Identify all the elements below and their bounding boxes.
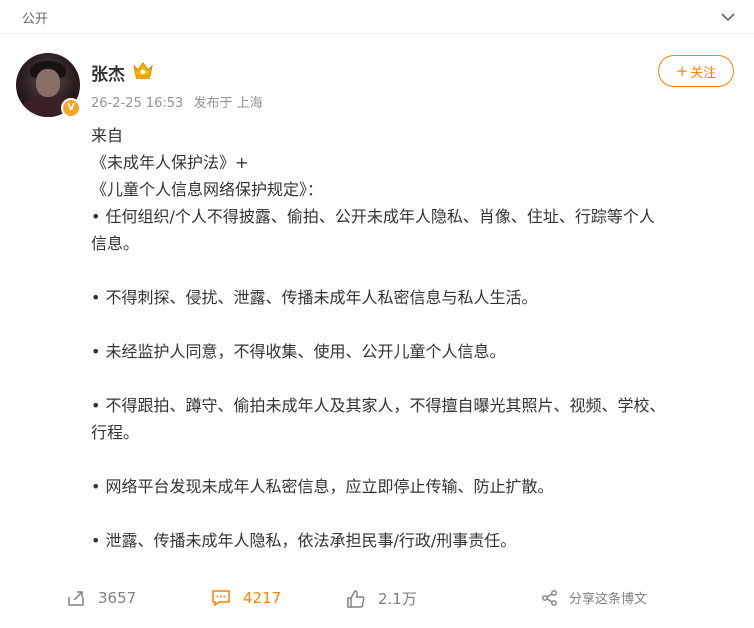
content-line: • 不得刺探、侵扰、泄露、传播未成年人私密信息与私人生活。 (91, 288, 538, 307)
chevron-down-icon[interactable] (720, 9, 736, 25)
plus-icon: + (675, 62, 689, 80)
share-button[interactable]: 分享这条博文 (541, 588, 647, 607)
content-line: 信息。 (91, 234, 140, 253)
share-label: 分享这条博文 (569, 592, 648, 607)
content-line: • 未经监护人同意，不得收集、使用、公开儿童个人信息。 (91, 342, 506, 361)
content-line: 行程。 (91, 423, 140, 442)
content-line: • 泄露、传播未成年人隐私，依法承担民事/行政/刑事责任。 (91, 531, 517, 550)
content-line: 《未成年人保护法》+ (91, 153, 249, 172)
action-bar: 3657 4217 2.1万 分享这条博文 (0, 582, 754, 618)
comment-icon (212, 590, 230, 607)
follow-label: 关注 (690, 65, 717, 81)
post-meta: 26-2-25 16:53 发布于 上海 (91, 92, 263, 111)
follow-button[interactable]: + 关注 (658, 55, 734, 87)
visibility-label: 公开 (22, 12, 49, 27)
content-line: 《儿童个人信息网络保护规定》： (91, 180, 324, 199)
content-line: • 网络平台发现未成年人私密信息，应立即停止传输、防止扩散。 (91, 477, 554, 496)
thumbs-up-icon (347, 589, 365, 608)
repost-icon (68, 591, 84, 606)
post-header-bar: 公开 (0, 0, 754, 34)
share-icon (542, 589, 557, 606)
verified-badge-icon: V (61, 98, 81, 118)
content-line: • 任何组织/个人不得披露、偷拍、公开未成年人隐私、肖像、住址、行踪等个人 (91, 207, 655, 226)
like-button[interactable]: 2.1万 (346, 588, 417, 609)
author-name[interactable]: 张杰 (91, 60, 125, 85)
post-content: 来自 《未成年人保护法》+ 《儿童个人信息网络保护规定》： • 任何组织/个人不… (91, 122, 731, 554)
post-time[interactable]: 26-2-25 16:53 (91, 96, 183, 111)
content-line: • 不得跟拍、蹲守、偷拍未成年人及其家人，不得擅自曝光其照片、视频、学校、 (91, 396, 666, 415)
repost-count: 3657 (98, 589, 137, 607)
like-count: 2.1万 (378, 590, 417, 608)
repost-button[interactable]: 3657 (66, 588, 136, 608)
crown-badge-icon[interactable] (132, 60, 154, 80)
comment-button[interactable]: 4217 (211, 588, 281, 608)
content-line: 来自 (91, 126, 124, 145)
post-location: 发布于 上海 (193, 96, 263, 111)
comment-count: 4217 (243, 589, 282, 607)
